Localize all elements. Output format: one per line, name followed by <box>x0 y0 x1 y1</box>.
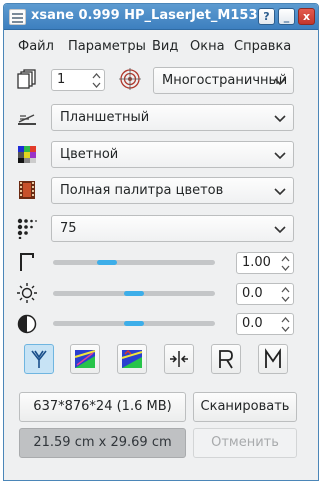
color-mode-icon <box>16 143 38 165</box>
contrast-slider[interactable] <box>53 321 215 326</box>
color-mode-value: Цветной <box>60 147 119 162</box>
gamma-slider-handle[interactable] <box>97 260 117 265</box>
spin-up-icon[interactable] <box>280 315 291 324</box>
brightness-icon <box>16 282 38 304</box>
cancel-button[interactable]: Отменить <box>193 428 297 458</box>
palette-value: Полная палитра цветов <box>60 183 224 198</box>
palette-select[interactable]: Полная палитра цветов <box>51 177 294 204</box>
scan-mode-select[interactable]: Многостраничный <box>153 67 294 94</box>
contrast-slider-handle[interactable] <box>124 321 144 326</box>
color-preview-button[interactable] <box>117 344 147 374</box>
chevron-down-icon <box>274 152 286 160</box>
close-button[interactable]: x <box>298 8 315 25</box>
scan-mode-value: Многостраничный <box>162 73 288 88</box>
gamma-spinbox[interactable]: 1.00 <box>236 252 294 274</box>
menu-bar: Файл Параметры Вид Окна Справка <box>4 31 318 61</box>
spin-up-icon[interactable] <box>280 254 291 263</box>
menu-file[interactable]: Файл <box>18 39 54 54</box>
gamma-icon <box>16 251 38 273</box>
resolution-select[interactable]: 75 <box>51 215 294 242</box>
spin-down-icon[interactable] <box>91 81 102 90</box>
window-title: xsane 0.999 HP_LaserJet_M1536d <box>31 8 276 23</box>
gamma-value: 1.00 <box>242 255 271 270</box>
target-icon[interactable] <box>119 68 141 90</box>
copies-value: 1 <box>57 72 66 87</box>
title-bar[interactable]: xsane 0.999 HP_LaserJet_M1536d ? _ x <box>4 4 318 30</box>
spin-up-icon[interactable] <box>91 71 102 80</box>
copies-icon <box>16 68 38 90</box>
resolution-icon <box>16 217 38 240</box>
scan-button[interactable]: Сканировать <box>193 392 297 422</box>
brightness-slider-handle[interactable] <box>124 291 144 296</box>
preview-picker-button[interactable] <box>70 344 100 374</box>
help-button[interactable]: ? <box>258 8 275 25</box>
copies-spinbox[interactable]: 1 <box>51 69 105 91</box>
menu-help[interactable]: Справка <box>234 39 291 54</box>
xsane-app-icon[interactable] <box>9 9 26 25</box>
brightness-slider[interactable] <box>53 291 215 296</box>
xsane-window: xsane 0.999 HP_LaserJet_M1536d ? _ x Фай… <box>3 3 319 481</box>
split-button[interactable] <box>164 344 194 374</box>
source-value: Планшетный <box>60 110 150 125</box>
contrast-value: 0.0 <box>242 316 263 331</box>
split-arrows-icon <box>170 351 188 367</box>
chevron-down-icon <box>274 78 286 86</box>
film-icon <box>16 179 38 201</box>
gamma-slider[interactable] <box>53 260 215 265</box>
color-mode-select[interactable]: Цветной <box>51 141 294 168</box>
histogram-button[interactable] <box>24 344 54 374</box>
menu-view[interactable]: Вид <box>152 39 178 54</box>
spin-down-icon[interactable] <box>280 264 291 273</box>
r-button[interactable] <box>211 344 241 374</box>
spin-down-icon[interactable] <box>280 295 291 304</box>
chevron-down-icon <box>274 188 286 196</box>
menu-windows[interactable]: Окна <box>190 39 225 54</box>
contrast-spinbox[interactable]: 0.0 <box>236 313 294 335</box>
color-picker-preview-icon <box>74 350 96 368</box>
minimize-button[interactable]: _ <box>278 8 295 25</box>
chevron-down-icon <box>274 115 286 123</box>
spin-down-icon[interactable] <box>280 325 291 334</box>
m-icon <box>265 348 281 368</box>
m-button[interactable] <box>258 344 288 374</box>
resolution-value: 75 <box>60 221 77 236</box>
spin-up-icon[interactable] <box>280 285 291 294</box>
color-preview-icon <box>121 349 143 368</box>
brightness-spinbox[interactable]: 0.0 <box>236 283 294 305</box>
menu-parameters[interactable]: Параметры <box>68 39 146 54</box>
scanner-source-icon <box>16 106 38 128</box>
source-select[interactable]: Планшетный <box>51 104 294 131</box>
brightness-value: 0.0 <box>242 286 263 301</box>
r-icon <box>219 350 233 369</box>
image-size-display: 637*876*24 (1.6 MB) <box>19 392 186 422</box>
contrast-icon <box>16 313 38 335</box>
histogram-icon <box>31 350 47 368</box>
chevron-down-icon <box>274 226 286 234</box>
page-size-display: 21.59 cm x 29.69 cm <box>19 428 186 458</box>
